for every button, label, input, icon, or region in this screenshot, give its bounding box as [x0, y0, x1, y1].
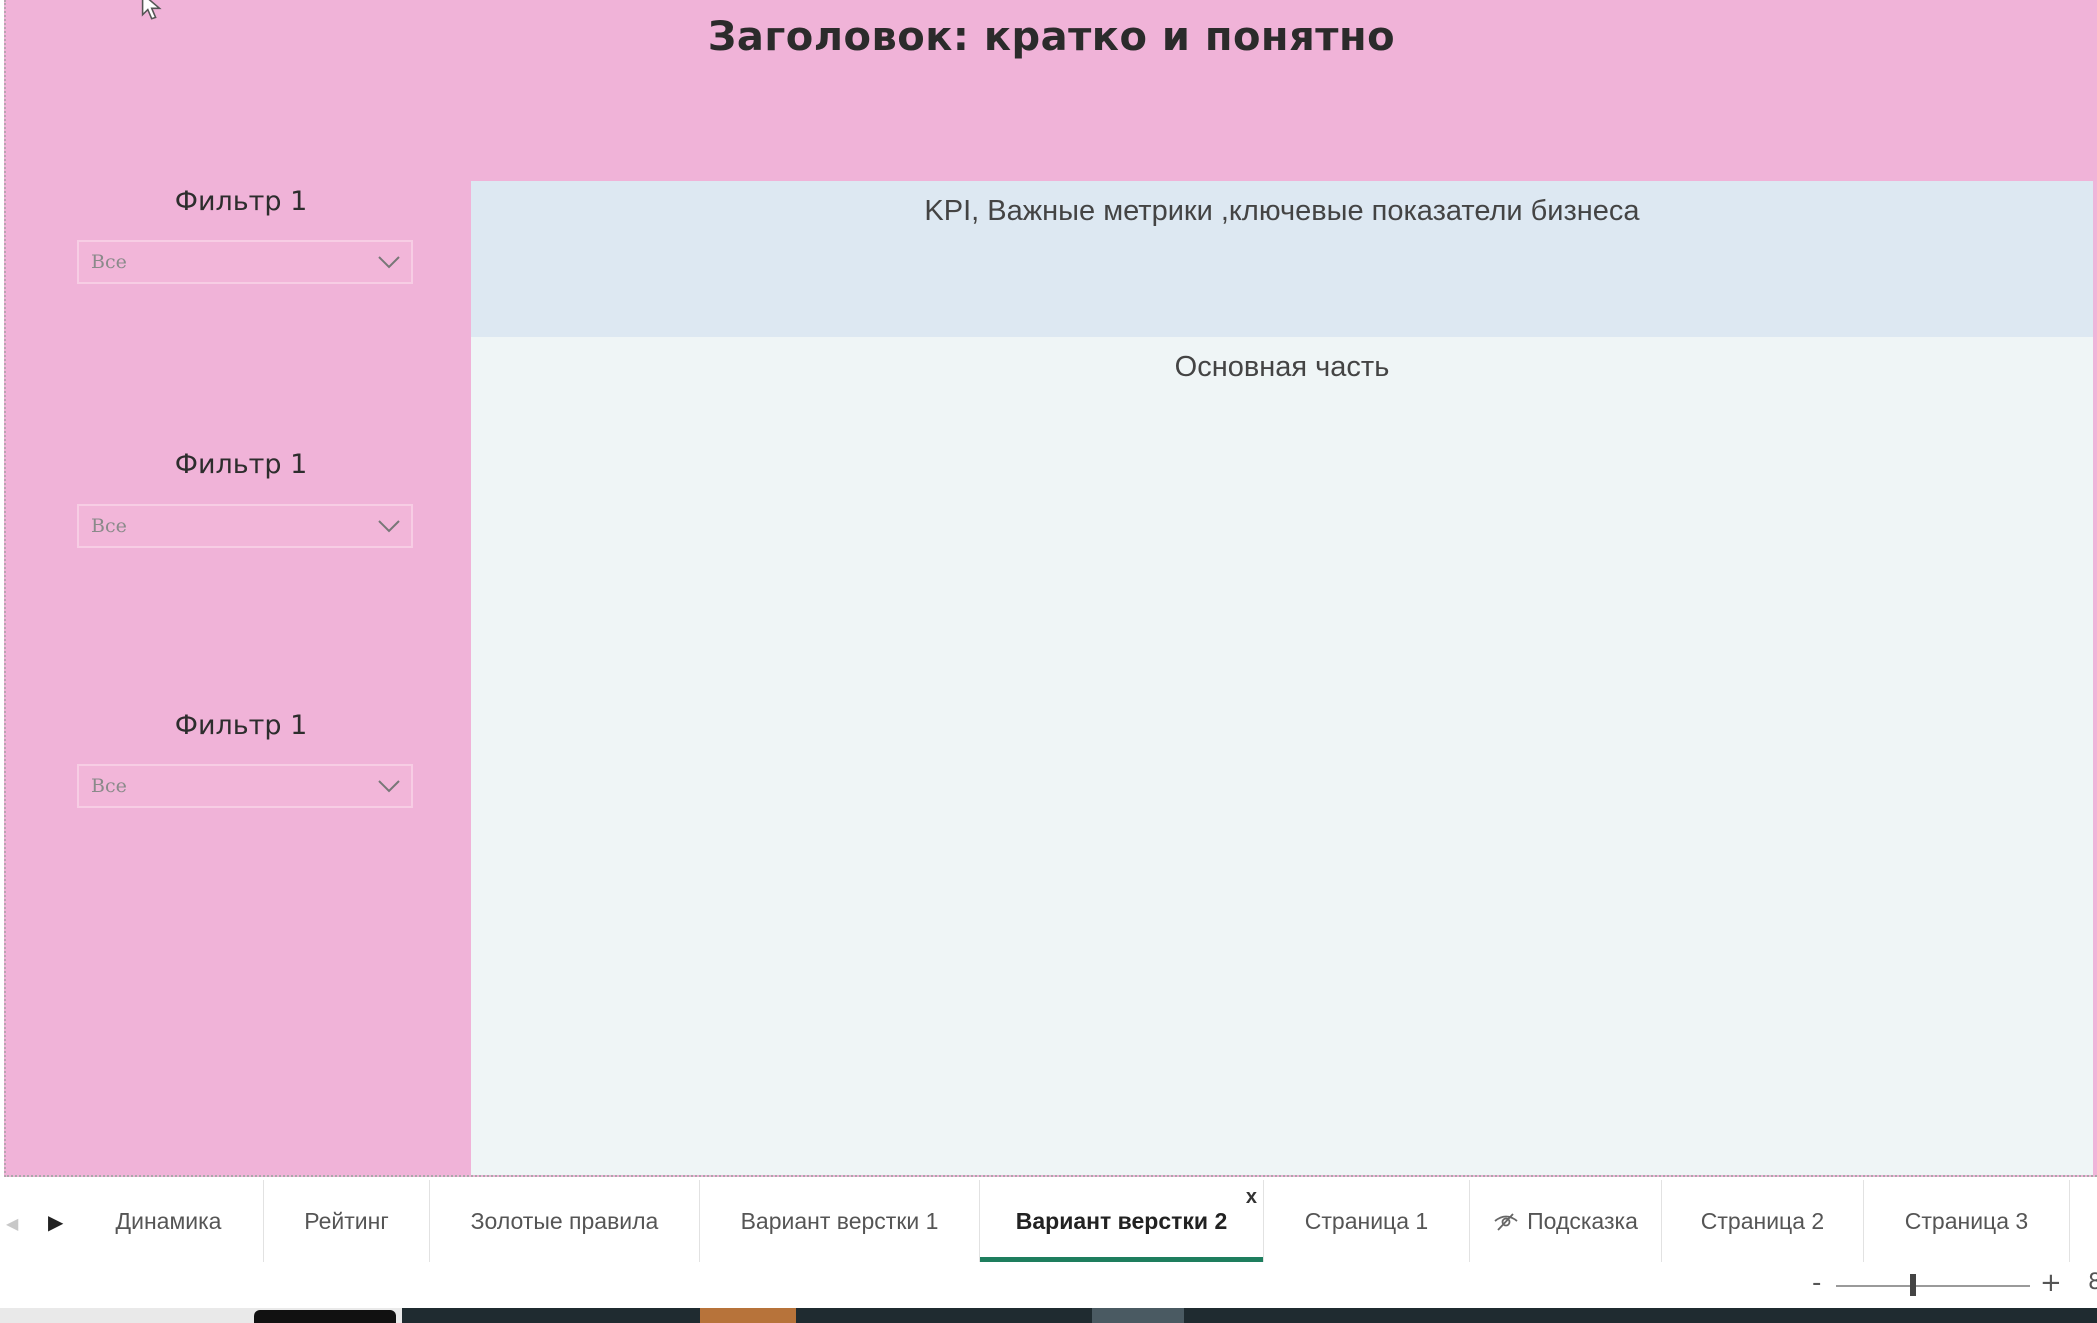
tab-label: Страница 2	[1700, 1207, 1825, 1234]
kpi-panel: KPI, Важные метрики ,ключевые показатели…	[471, 181, 2093, 337]
hidden-eye-icon	[1494, 1213, 1518, 1231]
tab-stranitsa-2[interactable]: Страница 2	[1662, 1180, 1864, 1262]
page-title: Заголовок: кратко и понятно	[707, 14, 1396, 60]
taskbar-app-button[interactable]	[254, 1310, 396, 1323]
scroll-tabs-right-icon[interactable]: ▶	[48, 1210, 63, 1234]
close-tab-button[interactable]: x	[1246, 1186, 1257, 1209]
main-panel-label: Основная часть	[1174, 351, 1390, 383]
chevron-down-icon	[378, 256, 400, 269]
filter-3-title: Фильтр 1	[174, 710, 308, 741]
tab-label: Страница 3	[1904, 1207, 2029, 1234]
tab-label: Вариант верстки 1	[740, 1207, 939, 1234]
tab-label: Страница 1	[1304, 1207, 1429, 1234]
tab-variant-verstki-2[interactable]: Вариант верстки 2 x	[980, 1180, 1264, 1262]
os-taskbar	[0, 1308, 2097, 1323]
tab-stranitsa-1[interactable]: Страница 1	[1264, 1180, 1470, 1262]
tab-variant-verstki-1[interactable]: Вариант верстки 1	[700, 1180, 980, 1262]
zoom-slider-track[interactable]	[1836, 1285, 2030, 1287]
tab-label: Золотые правила	[470, 1207, 659, 1234]
filter-1-dropdown[interactable]: Все	[77, 240, 413, 284]
main-panel: Основная часть	[471, 337, 2093, 1175]
status-bar: - + 8	[0, 1262, 2097, 1308]
chevron-down-icon	[378, 780, 400, 793]
tab-label: Вариант верстки 2	[1015, 1207, 1228, 1234]
tab-label: Динамика	[115, 1207, 222, 1234]
taskbar-app-button[interactable]	[700, 1308, 796, 1323]
filter-1-value: Все	[91, 251, 127, 273]
tab-podskazka[interactable]: Подсказка	[1470, 1180, 1662, 1262]
tab-label: Рейтинг	[304, 1207, 389, 1234]
filter-3-dropdown[interactable]: Все	[77, 764, 413, 808]
zoom-in-button[interactable]: +	[2040, 1268, 2062, 1298]
tab-label: Подсказка	[1527, 1207, 1638, 1234]
tab-stranitsa-3[interactable]: Страница 3	[1864, 1180, 2070, 1262]
filter-2-dropdown[interactable]: Все	[77, 504, 413, 548]
filter-2-value: Все	[91, 515, 127, 537]
chevron-down-icon	[378, 520, 400, 533]
zoom-level: 8	[2088, 1270, 2097, 1295]
tab-reyting[interactable]: Рейтинг	[264, 1180, 430, 1262]
tab-zolotye-pravila[interactable]: Золотые правила	[430, 1180, 700, 1262]
filter-1-title: Фильтр 1	[174, 186, 308, 217]
kpi-panel-label: KPI, Важные метрики ,ключевые показатели…	[924, 195, 1640, 227]
page-tab-bar: ◀ ▶ Динамика Рейтинг Золотые правила Вар…	[0, 1180, 2097, 1263]
filter-2-title: Фильтр 1	[174, 449, 308, 480]
taskbar-app-button[interactable]	[1092, 1308, 1184, 1323]
tab-dinamika[interactable]: Динамика	[74, 1180, 264, 1262]
scroll-tabs-left-icon[interactable]: ◀	[6, 1214, 18, 1233]
filter-3-value: Все	[91, 775, 127, 797]
zoom-slider-thumb[interactable]	[1910, 1274, 1916, 1296]
zoom-out-button[interactable]: -	[1812, 1268, 1821, 1298]
